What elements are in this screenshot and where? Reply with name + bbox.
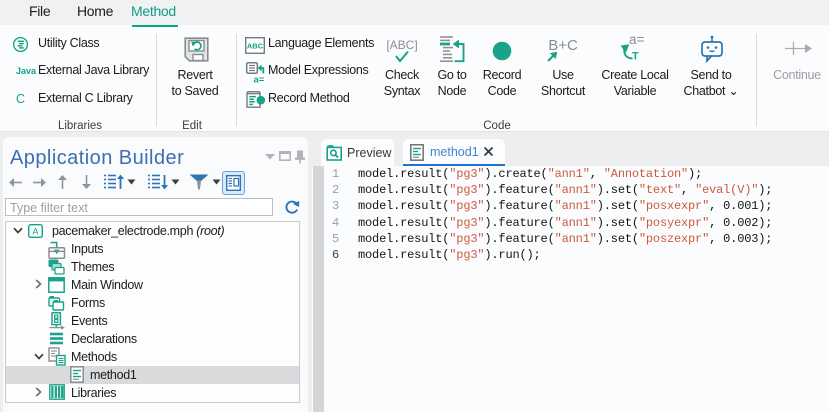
svg-text:a=: a= <box>254 75 265 86</box>
svg-text:A: A <box>32 227 38 237</box>
svg-text:T: T <box>632 51 639 63</box>
svg-text:ABC: ABC <box>247 42 264 51</box>
